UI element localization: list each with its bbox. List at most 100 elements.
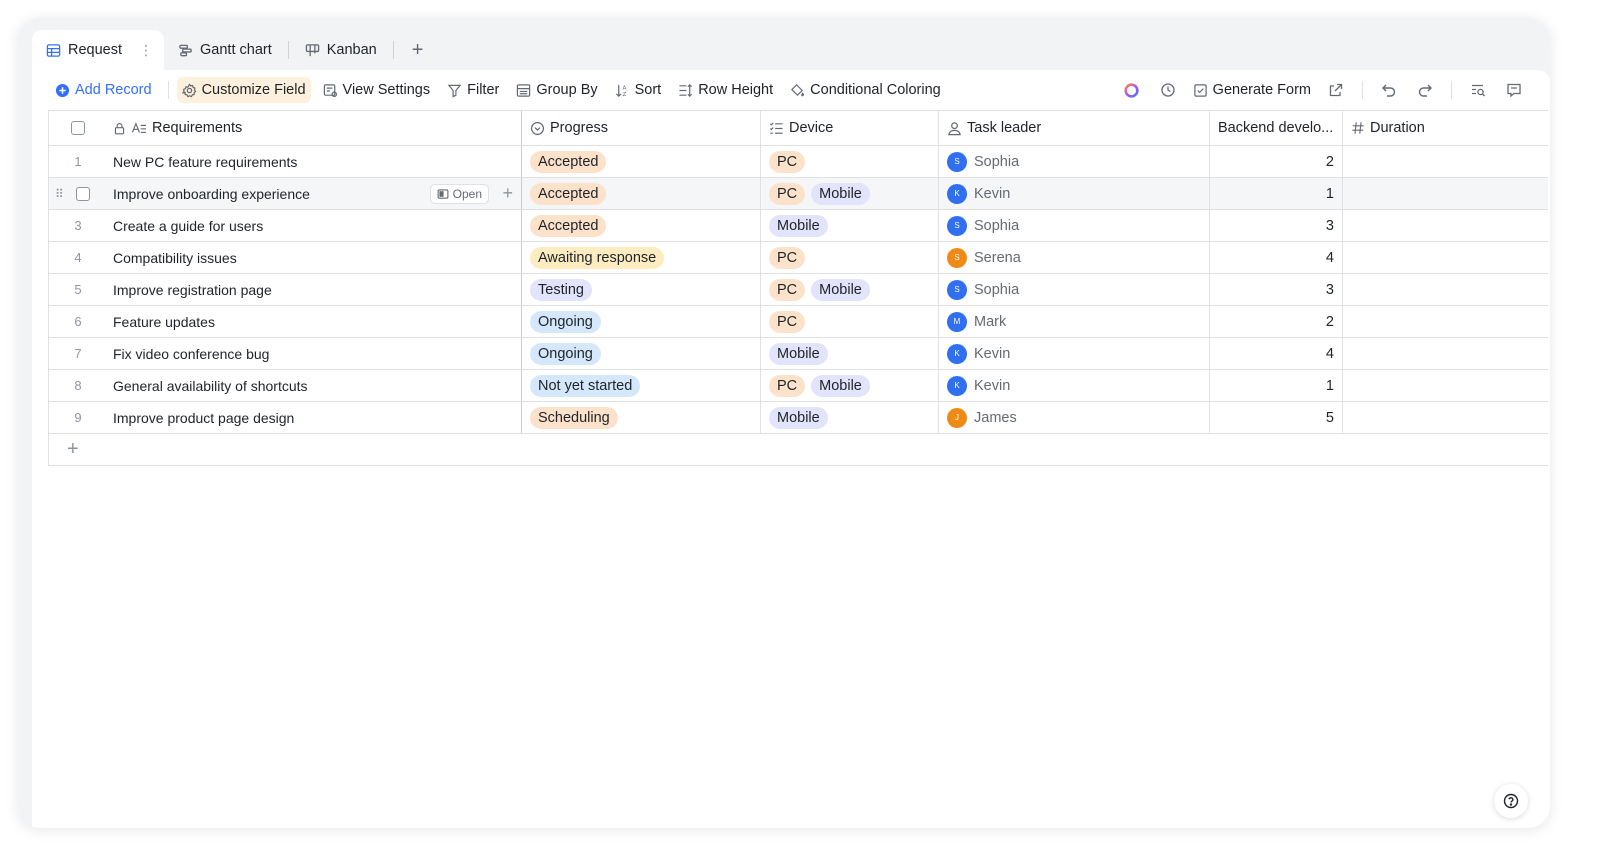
comment-icon[interactable]	[1498, 76, 1530, 104]
backend-cell[interactable]: 1	[1210, 370, 1343, 401]
backend-cell[interactable]: 4	[1210, 242, 1343, 273]
duration-cell[interactable]	[1343, 370, 1548, 401]
column-header-device[interactable]: Device	[761, 111, 939, 145]
conditional-coloring-button[interactable]: Conditional Coloring	[785, 77, 946, 103]
task-leader-cell[interactable]: S Sophia	[939, 274, 1210, 305]
device-cell[interactable]: Mobile	[761, 402, 939, 433]
view-settings-button[interactable]: View Settings	[318, 77, 436, 103]
requirement-cell[interactable]: Feature updates	[107, 306, 522, 337]
undo-icon[interactable]	[1373, 76, 1405, 104]
duration-cell[interactable]	[1343, 306, 1548, 337]
table-row[interactable]: 5 Improve registration page Testing PC Mo…	[49, 274, 1548, 306]
tab-kanban[interactable]: Kanban	[291, 30, 391, 70]
requirement-cell[interactable]: Improve registration page	[107, 274, 522, 305]
device-cell[interactable]: PC	[761, 146, 939, 177]
task-leader-cell[interactable]: S Serena	[939, 242, 1210, 273]
device-cell[interactable]: PC Mobile	[761, 178, 939, 209]
progress-cell[interactable]: Not yet started	[522, 370, 761, 401]
device-cell[interactable]: PC Mobile	[761, 370, 939, 401]
group-by-button[interactable]: Group By	[511, 77, 602, 103]
column-header-duration[interactable]: Duration	[1343, 111, 1548, 145]
row-height-button[interactable]: Row Height	[673, 77, 778, 103]
progress-cell[interactable]: Awaiting response	[522, 242, 761, 273]
table-row[interactable]: 4 Compatibility issues Awaiting response…	[49, 242, 1548, 274]
backend-cell[interactable]: 1	[1210, 178, 1343, 209]
task-leader-cell[interactable]: S Sophia	[939, 210, 1210, 241]
add-row-button[interactable]: +	[49, 434, 1548, 466]
add-view-icon[interactable]: +	[396, 30, 440, 70]
select-all-checkbox[interactable]	[71, 121, 85, 135]
backend-cell[interactable]: 4	[1210, 338, 1343, 369]
gantt-icon	[178, 43, 193, 58]
backend-cell[interactable]: 2	[1210, 146, 1343, 177]
table-row[interactable]: 9 Improve product page design Scheduling…	[49, 402, 1548, 434]
duration-cell[interactable]	[1343, 274, 1548, 305]
duration-cell[interactable]	[1343, 146, 1548, 177]
table-row[interactable]: 3 Create a guide for users Accepted Mobi…	[49, 210, 1548, 242]
add-subrecord-icon[interactable]: +	[502, 183, 513, 204]
column-header-backend[interactable]: Backend develo...	[1210, 111, 1343, 145]
column-header-requirements[interactable]: Requirements	[107, 111, 522, 145]
progress-cell[interactable]: Accepted	[522, 210, 761, 241]
task-leader-cell[interactable]: M Mark	[939, 306, 1210, 337]
device-cell[interactable]: PC Mobile	[761, 274, 939, 305]
redo-icon[interactable]	[1409, 76, 1441, 104]
backend-cell[interactable]: 3	[1210, 274, 1343, 305]
sort-button[interactable]: AZ Sort	[610, 77, 667, 103]
task-leader-cell[interactable]: J James	[939, 402, 1210, 433]
ai-assistant-icon[interactable]	[1116, 76, 1148, 104]
table-row[interactable]: ⠿ Improve onboarding experience Open + A…	[49, 178, 1548, 210]
share-icon[interactable]	[1320, 76, 1352, 104]
column-header-task-leader[interactable]: Task leader	[939, 111, 1210, 145]
requirement-cell[interactable]: Compatibility issues	[107, 242, 522, 273]
requirement-cell[interactable]: Create a guide for users	[107, 210, 522, 241]
customize-field-button[interactable]: Customize Field	[176, 77, 311, 103]
device-cell[interactable]: PC	[761, 242, 939, 273]
duration-cell[interactable]	[1343, 338, 1548, 369]
progress-cell[interactable]: Accepted	[522, 146, 761, 177]
table-row[interactable]: 6 Feature updates Ongoing PC M Mark 2	[49, 306, 1548, 338]
table-row[interactable]: 7 Fix video conference bug Ongoing Mobil…	[49, 338, 1548, 370]
table-row[interactable]: 1 New PC feature requirements Accepted P…	[49, 146, 1548, 178]
device-cell[interactable]: PC	[761, 306, 939, 337]
duration-cell[interactable]	[1343, 210, 1548, 241]
more-options-icon[interactable]: ⋮	[139, 42, 153, 59]
progress-cell[interactable]: Accepted	[522, 178, 761, 209]
progress-cell[interactable]: Ongoing	[522, 338, 761, 369]
backend-cell[interactable]: 3	[1210, 210, 1343, 241]
table-row[interactable]: 8 General availability of shortcuts Not …	[49, 370, 1548, 402]
help-icon[interactable]	[1494, 784, 1528, 818]
progress-cell[interactable]: Testing	[522, 274, 761, 305]
add-record-button[interactable]: Add Record	[50, 77, 157, 103]
search-list-icon[interactable]	[1462, 76, 1494, 104]
task-leader-cell[interactable]: K Kevin	[939, 370, 1210, 401]
requirement-cell[interactable]: Improve onboarding experience Open +	[107, 178, 522, 209]
requirement-cell[interactable]: Improve product page design	[107, 402, 522, 433]
table-view-panel: Add Record Customize Field View Settings	[32, 70, 1550, 828]
device-cell[interactable]: Mobile	[761, 338, 939, 369]
duration-cell[interactable]	[1343, 178, 1548, 209]
task-leader-cell[interactable]: S Sophia	[939, 146, 1210, 177]
tab-gantt-chart[interactable]: Gantt chart	[164, 30, 286, 70]
column-header-progress[interactable]: Progress	[522, 111, 761, 145]
duration-cell[interactable]	[1343, 402, 1548, 433]
single-select-icon	[530, 121, 545, 136]
drag-handle-icon[interactable]: ⠿	[55, 187, 64, 201]
open-record-button[interactable]: Open	[429, 183, 489, 204]
progress-cell[interactable]: Ongoing	[522, 306, 761, 337]
history-icon[interactable]	[1152, 76, 1184, 104]
device-cell[interactable]: Mobile	[761, 210, 939, 241]
duration-cell[interactable]	[1343, 242, 1548, 273]
row-checkbox[interactable]	[76, 186, 90, 201]
tab-request[interactable]: Request ⋮	[32, 30, 165, 70]
task-leader-cell[interactable]: K Kevin	[939, 338, 1210, 369]
requirement-cell[interactable]: General availability of shortcuts	[107, 370, 522, 401]
progress-cell[interactable]: Scheduling	[522, 402, 761, 433]
backend-cell[interactable]: 5	[1210, 402, 1343, 433]
backend-cell[interactable]: 2	[1210, 306, 1343, 337]
generate-form-button[interactable]: Generate Form	[1188, 77, 1316, 103]
requirement-cell[interactable]: Fix video conference bug	[107, 338, 522, 369]
requirement-cell[interactable]: New PC feature requirements	[107, 146, 522, 177]
filter-button[interactable]: Filter	[442, 77, 504, 103]
task-leader-cell[interactable]: K Kevin	[939, 178, 1210, 209]
